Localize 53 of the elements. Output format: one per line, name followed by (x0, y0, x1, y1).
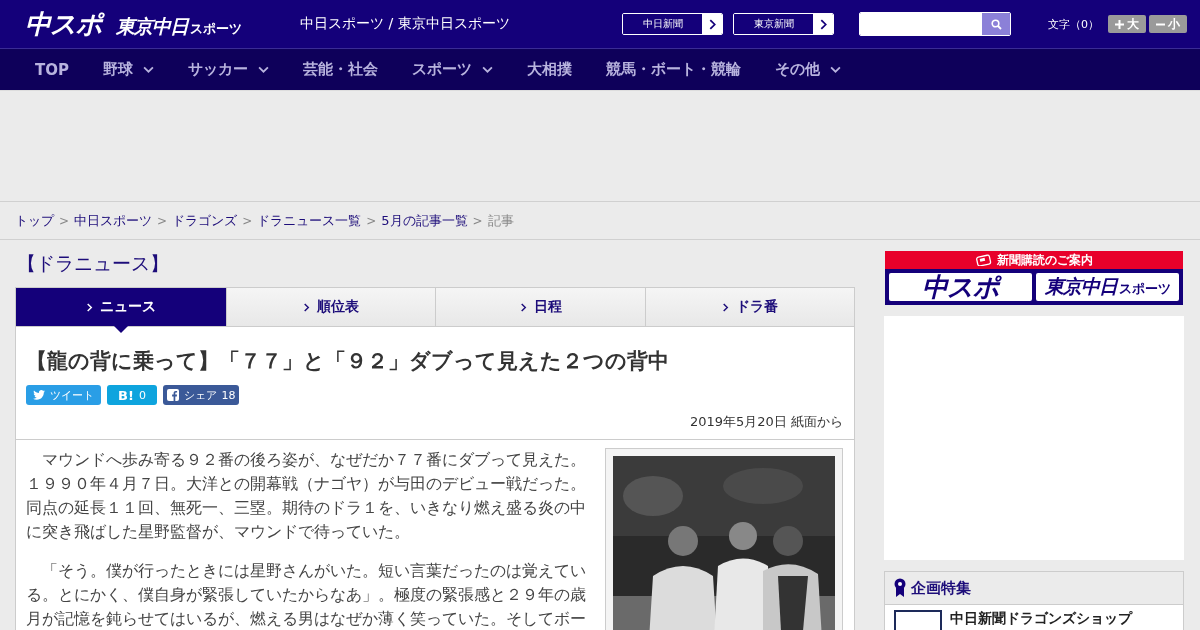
caret-icon (482, 64, 493, 75)
feature-title: 企画特集 (911, 578, 971, 598)
tab[interactable]: 順位表 (225, 288, 435, 326)
breadcrumb-link[interactable]: 5月の記事一覧 (381, 211, 468, 230)
share-button[interactable]: シェア 18 (163, 385, 239, 405)
nav-item[interactable]: TOP (35, 60, 69, 79)
breadcrumb-separator: > (59, 213, 70, 228)
article-title: 【龍の背に乗って】「７７」と「９２」ダブって見えた２つの背中 (26, 348, 670, 375)
font-size-label: 文字（0） (1048, 16, 1099, 32)
chevron-icon (85, 302, 95, 312)
search-button[interactable] (982, 13, 1010, 35)
newspaper-link[interactable]: 東京新聞 (733, 13, 834, 35)
site-title: 中日スポーツ / 東京中日スポーツ (300, 15, 511, 33)
search-icon (990, 18, 1002, 30)
caret-icon (143, 64, 154, 75)
chevron-icon (518, 302, 528, 312)
breadcrumb-separator: > (242, 213, 253, 228)
tab[interactable]: ドラ番 (644, 288, 854, 326)
caret-icon (258, 64, 269, 75)
article-paragraph: マウンドへ歩み寄る９２番の後ろ姿が、なぜだか７７番にダブって見えた。１９９０年４月７日。大洋との開幕戦（ナゴヤ）が与田のデビュー戦だった。同点の延長１１回、無死一、三塁。期待のドラ１を、いきなり燃え盛る炎の中に突き飛ばした星野監督が、マウンドで待っていた。 (26, 449, 587, 543)
breadcrumb-separator: > (366, 213, 377, 228)
facebook-icon (166, 389, 179, 401)
plus-icon (1115, 19, 1124, 29)
bird-icon (33, 390, 45, 400)
caret-icon (830, 64, 841, 75)
nav-item[interactable]: 芸能・社会 (303, 60, 378, 79)
logo[interactable]: 東京中日スポーツ (116, 13, 242, 40)
ribbon-icon (894, 578, 906, 598)
breadcrumb-current: 記事 (487, 211, 514, 230)
minus-icon (1156, 22, 1165, 26)
breadcrumb-separator: > (472, 213, 483, 228)
newspaper-link[interactable]: 中日新聞 (622, 13, 723, 35)
nav-item[interactable]: 大相撲 (527, 60, 572, 79)
section-title: 【ドラニュース】 (16, 250, 170, 276)
newspaper-icon (975, 254, 992, 266)
nav-item[interactable]: スポーツ (412, 60, 493, 79)
chevron-icon (721, 302, 731, 312)
article-paragraph: 「そう。僕が行ったときには星野さんがいた。短い言葉だったのは覚えている。とにかく、僕自身が緊張していたからなあ」。極度の緊張感と２９年の歳月が記憶を鈍らせてはいるが、燃える男はなぜか薄く笑っていた。そしてボー (26, 560, 587, 630)
subscription-banner[interactable]: 新聞購読のご案内 中スポ 東京中日スポーツ (885, 251, 1183, 305)
nav-item[interactable]: サッカー (188, 60, 269, 79)
breadcrumb-link[interactable]: トップ (15, 211, 54, 230)
nav-item[interactable]: その他 (775, 60, 841, 79)
nav-item[interactable]: 野球 (103, 60, 154, 79)
feature-link[interactable]: 中日新聞ドラゴンズショップ (950, 610, 1132, 626)
chevron-icon (302, 302, 312, 312)
nav-item[interactable]: 競馬・ボート・競輪 (606, 60, 741, 79)
breadcrumb-link[interactable]: ドラゴンズ (172, 211, 238, 230)
tab[interactable]: 日程 (435, 288, 645, 326)
search-field[interactable] (859, 12, 1011, 36)
article-date: 2019年5月20日 紙面から (688, 413, 843, 431)
breadcrumb-link[interactable]: ドラニュース一覧 (257, 211, 362, 230)
breadcrumb-separator: > (157, 213, 168, 228)
breadcrumb-link[interactable]: 中日スポーツ (74, 211, 153, 230)
